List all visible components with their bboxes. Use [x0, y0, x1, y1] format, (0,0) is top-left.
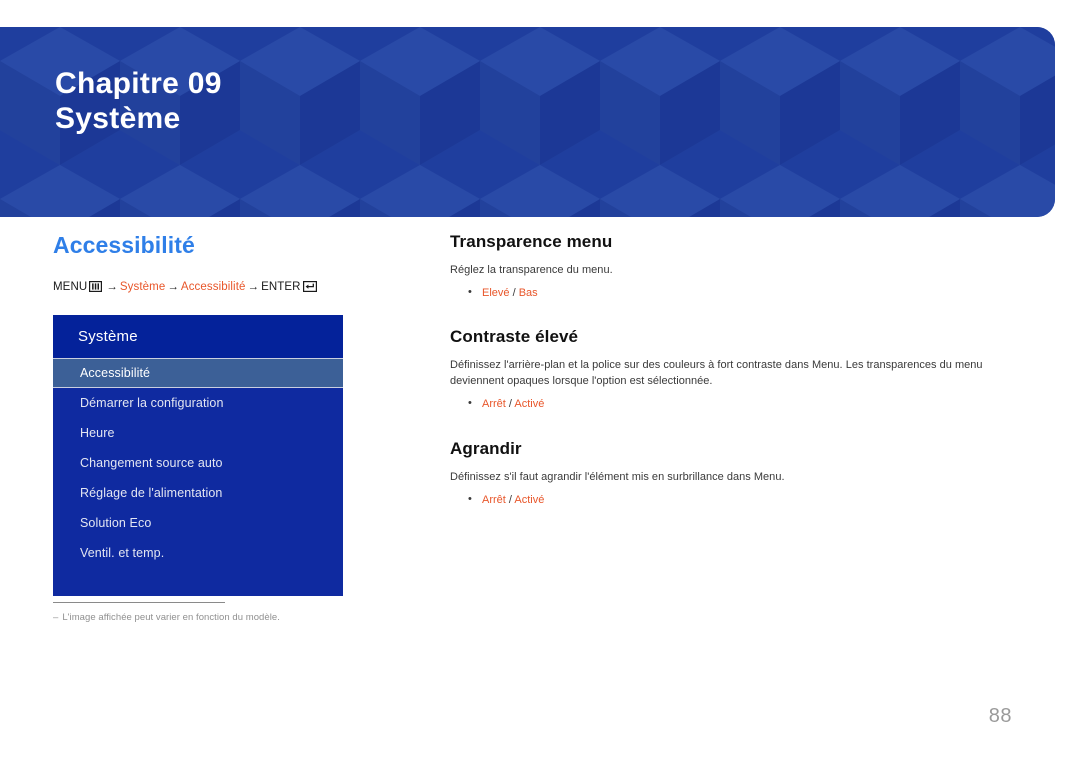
- topic-description: Définissez s'il faut agrandir l'élément …: [450, 470, 785, 483]
- breadcrumb-path-1[interactable]: Système: [120, 281, 165, 293]
- breadcrumb: MENU → Système → Accessibilité → ENTER: [53, 280, 353, 295]
- option-value-first[interactable]: Arrêt: [482, 494, 506, 506]
- option-value-second[interactable]: Bas: [519, 287, 538, 299]
- footnote-divider: [53, 602, 225, 603]
- osd-menu-mock: Système Accessibilité Démarrer la config…: [53, 315, 343, 596]
- option-value-first[interactable]: Arrêt: [482, 398, 506, 410]
- topic-title: Transparence menu: [450, 232, 613, 251]
- osd-menu-header: Système: [53, 315, 343, 358]
- osd-item-reglage-de-lalimentation[interactable]: Réglage de l'alimentation: [53, 478, 343, 508]
- osd-item-accessibilite[interactable]: Accessibilité: [53, 358, 343, 388]
- chapter-title: Système: [55, 101, 181, 135]
- osd-item-demarrer-la-configuration[interactable]: Démarrer la configuration: [53, 388, 343, 418]
- breadcrumb-arrow-1: →: [106, 281, 118, 293]
- footnote-dash: –: [53, 612, 59, 623]
- option-value-second[interactable]: Activé: [514, 398, 544, 410]
- topic-description: Réglez la transparence du menu.: [450, 264, 613, 276]
- option-item: Arrêt / Activé: [468, 491, 1010, 509]
- breadcrumb-arrow-3: →: [247, 281, 260, 293]
- right-column: Transparence menu Réglez la transparence…: [450, 232, 1010, 508]
- breadcrumb-path-2[interactable]: Accessibilité: [181, 281, 246, 293]
- breadcrumb-arrow-2: →: [167, 281, 179, 293]
- option-separator: /: [509, 286, 519, 299]
- footnote-body: L'image affichée peut varier en fonction…: [62, 612, 280, 623]
- osd-item-solution-eco[interactable]: Solution Eco: [53, 508, 343, 538]
- topic-title: Agrandir: [450, 438, 522, 458]
- topic-title: Contraste élevé: [450, 327, 579, 347]
- osd-item-changement-source-auto[interactable]: Changement source auto: [53, 448, 343, 478]
- topic-options-list: Arrêt / Activé: [450, 395, 1010, 413]
- enter-key-icon: [302, 280, 317, 295]
- topic-contraste-eleve: Contraste élevé Définissez l'arrière-pla…: [450, 327, 1010, 412]
- osd-item-ventil-et-temp[interactable]: Ventil. et temp.: [53, 538, 343, 568]
- option-item: Elevé / Bas: [468, 284, 1010, 302]
- topic-agrandir: Agrandir Définissez s'il faut agrandir l…: [450, 439, 1010, 508]
- breadcrumb-menu-label: MENU: [53, 281, 88, 293]
- osd-item-heure[interactable]: Heure: [53, 418, 343, 448]
- breadcrumb-enter-label: ENTER: [261, 281, 301, 293]
- footnote-text: – L'image affichée peut varier en fonctio…: [53, 612, 373, 623]
- topic-options-list: Elevé / Bas: [450, 284, 1010, 302]
- option-value-second[interactable]: Activé: [514, 494, 544, 506]
- chapter-banner: Chapitre 09 Système: [0, 27, 1055, 217]
- topic-description: Définissez l'arrière-plan et la police s…: [450, 359, 983, 388]
- option-value-first[interactable]: Elevé: [482, 287, 510, 299]
- page-number: 88: [988, 705, 1012, 727]
- footnote-block: – L'image affichée peut varier en fonctio…: [53, 602, 373, 623]
- page-title: Accessibilité: [53, 232, 195, 258]
- option-item: Arrêt / Activé: [468, 395, 1010, 413]
- topic-transparence-menu: Transparence menu Réglez la transparence…: [450, 232, 1010, 301]
- left-column: Accessibilité MENU → Système → Accessibilit…: [53, 232, 353, 596]
- topic-options-list: Arrêt / Activé: [450, 491, 1010, 509]
- banner-title-group: Chapitre 09 Système: [55, 67, 222, 137]
- chapter-label: Chapitre 09: [55, 67, 222, 100]
- menu-grid-icon: [89, 280, 103, 295]
